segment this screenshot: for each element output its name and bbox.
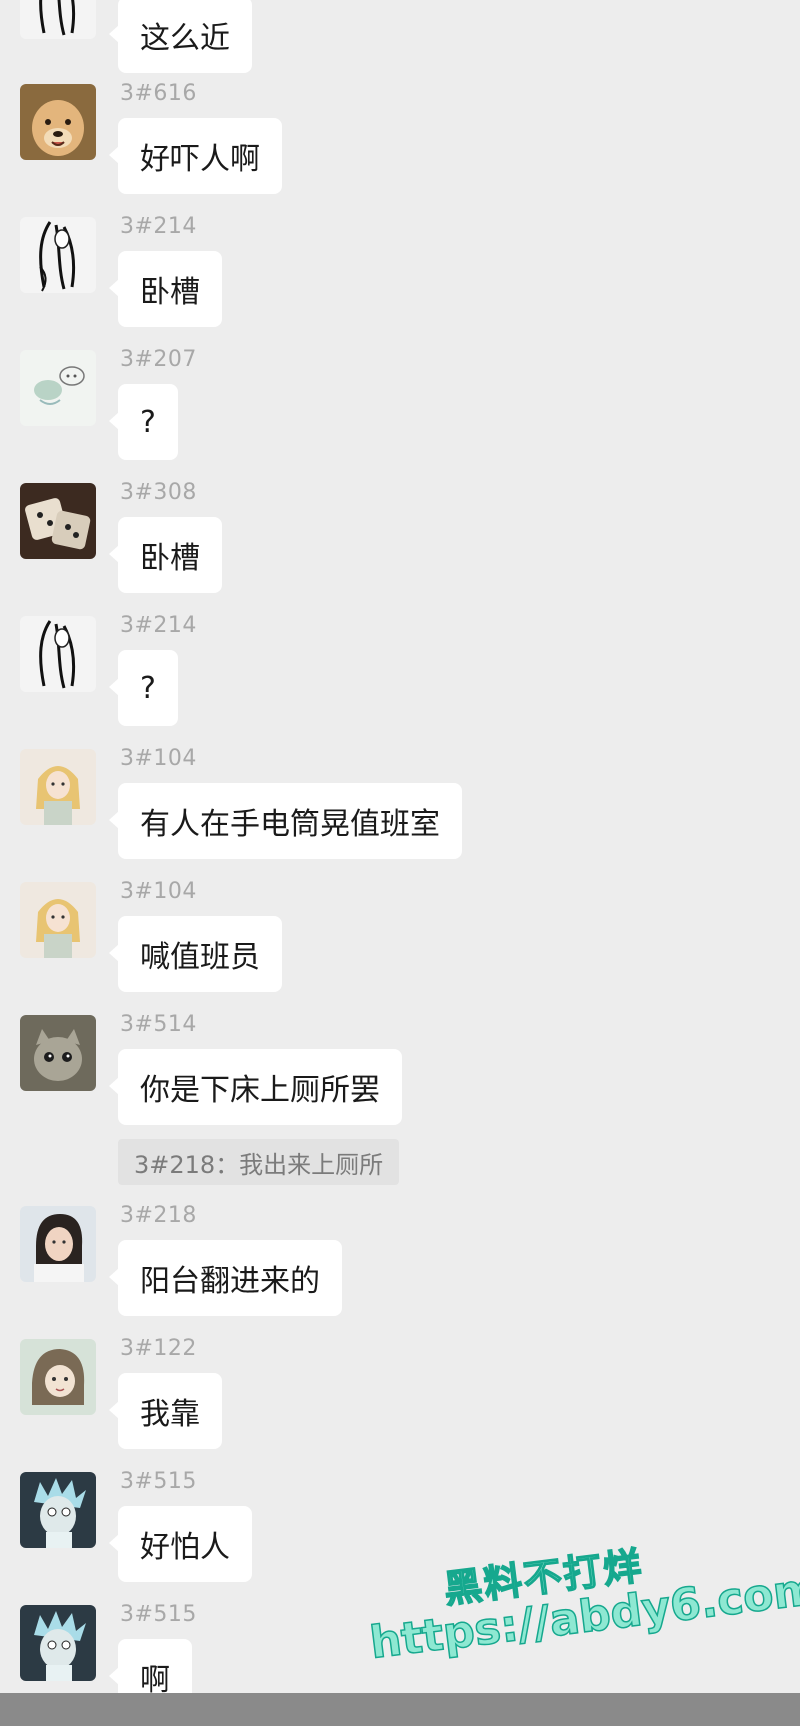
bottom-bar	[0, 1693, 800, 1726]
girl-photo-avatar[interactable]	[20, 1206, 96, 1282]
ink-woman-avatar[interactable]	[20, 0, 96, 39]
sender-name: 3#515	[120, 1469, 197, 1494]
sender-name: 3#308	[120, 480, 197, 505]
message-bubble[interactable]: ?	[109, 384, 178, 460]
ink-woman-avatar[interactable]	[20, 616, 96, 692]
sender-name: 3#207	[120, 347, 197, 372]
sender-name: 3#104	[120, 746, 197, 771]
rick-avatar[interactable]	[20, 1605, 96, 1681]
dog-avatar[interactable]	[20, 84, 96, 160]
sender-name: 3#104	[120, 879, 197, 904]
cat-avatar[interactable]	[20, 1015, 96, 1091]
cartoon-girl-avatar[interactable]	[20, 1339, 96, 1415]
message-bubble[interactable]: 好吓人啊	[109, 118, 282, 194]
message-bubble[interactable]: 你是下床上厕所罢	[109, 1049, 402, 1125]
sender-name: 3#214	[120, 613, 197, 638]
ink-woman-avatar[interactable]	[20, 217, 96, 293]
sender-name: 3#616	[120, 81, 197, 106]
message-bubble[interactable]: 这么近	[109, 0, 252, 73]
sender-name: 3#515	[120, 1602, 197, 1627]
message-bubble[interactable]: 我靠	[109, 1373, 222, 1449]
message-bubble[interactable]: 卧槽	[109, 251, 222, 327]
message-bubble[interactable]: 阳台翻进来的	[109, 1240, 342, 1316]
anime-girl-avatar[interactable]	[20, 882, 96, 958]
sender-name: 3#218	[120, 1203, 197, 1228]
message-bubble[interactable]: 有人在手电筒晃值班室	[109, 783, 462, 859]
sender-name: 3#122	[120, 1336, 197, 1361]
quoted-reply[interactable]: 3#218：我出来上厕所	[118, 1139, 400, 1185]
message-bubble[interactable]: 喊值班员	[109, 916, 282, 992]
cloud-sketch-avatar[interactable]	[20, 350, 96, 426]
anime-girl-avatar[interactable]	[20, 749, 96, 825]
dice-avatar[interactable]	[20, 483, 96, 559]
sender-name: 3#214	[120, 214, 197, 239]
rick-avatar[interactable]	[20, 1472, 96, 1548]
chat-message-list[interactable]: 这么近 3#616 好吓人啊 3#214 卧槽 3#207 ? 3#308 卧槽	[0, 0, 800, 1726]
message-bubble[interactable]: 卧槽	[109, 517, 222, 593]
sender-name: 3#514	[120, 1012, 197, 1037]
message-bubble[interactable]: 好怕人	[109, 1506, 252, 1582]
message-bubble[interactable]: ?	[109, 650, 178, 726]
